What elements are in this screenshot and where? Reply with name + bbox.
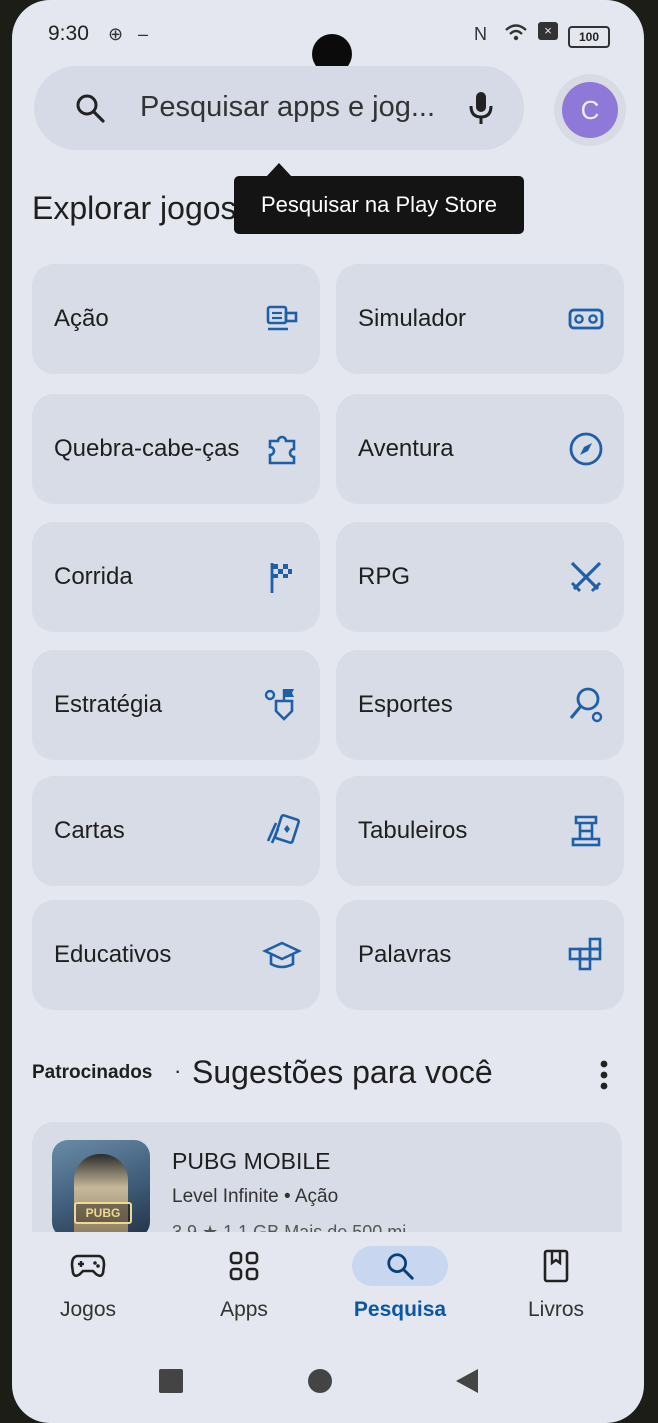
separator-dot: · [174, 1058, 182, 1083]
category-esportes[interactable]: Esportes [336, 650, 624, 760]
crossed-swords-icon [570, 561, 602, 593]
category-label: Cartas [54, 817, 125, 844]
nav-jogos[interactable]: Jogos [18, 1232, 158, 1332]
nfc-icon: N [474, 24, 487, 44]
cards-icon [266, 814, 301, 844]
chess-rook-icon [571, 815, 601, 847]
section-title: Explorar jogos [32, 190, 237, 226]
nav-livros[interactable]: Livros [486, 1232, 626, 1332]
nav-label: Pesquisa [353, 1298, 447, 1321]
account-avatar[interactable]: C [562, 82, 618, 138]
category-label: Palavras [358, 941, 452, 968]
nav-label: Jogos [59, 1298, 117, 1321]
category-label: Corrida [54, 563, 133, 590]
pubg-logo: PUBG [74, 1202, 132, 1224]
search-input[interactable]: Pesquisar apps e jog... [140, 91, 435, 124]
home-button[interactable] [307, 1368, 333, 1394]
nav-apps[interactable]: Apps [174, 1232, 314, 1332]
bottom-navigation: Jogos Apps Pesquisa Livros [12, 1232, 644, 1352]
character-figure [74, 1154, 128, 1238]
bookmark-book-icon [526, 1246, 586, 1286]
search-bar[interactable]: Pesquisar apps e jog... [34, 66, 524, 150]
system-navigation [12, 1356, 644, 1406]
joystick-arcade-icon [266, 305, 298, 331]
sim-icon: × [538, 22, 558, 40]
nav-pesquisa[interactable]: Pesquisa [330, 1232, 470, 1332]
category-label: Esportes [358, 691, 453, 718]
nav-label: Livros [527, 1298, 585, 1321]
suggestions-header: Patrocinados · Sugestões para você [32, 1052, 622, 1102]
nav-label: Apps [220, 1298, 268, 1321]
suggestions-title: Sugestões para você [192, 1054, 493, 1090]
phone-frame: 9:30 ⊕ – N × 100 Pesquisar apps e jog...… [0, 0, 658, 1423]
apps-grid-icon [214, 1246, 274, 1286]
category-palavras[interactable]: Palavras [336, 900, 624, 1010]
app-category: Ação [294, 1186, 339, 1207]
category-label: RPG [358, 563, 411, 590]
search-icon [352, 1246, 448, 1286]
racket-ball-icon [569, 687, 603, 723]
search-tooltip: Pesquisar na Play Store [234, 163, 524, 234]
app-name: PUBG MOBILE [172, 1148, 331, 1174]
screen: 9:30 ⊕ – N × 100 Pesquisar apps e jog...… [12, 0, 644, 1423]
category-aventura[interactable]: Aventura [336, 394, 624, 504]
back-button[interactable] [454, 1368, 480, 1394]
app-thumbnail: PUBG [52, 1140, 150, 1238]
category-tabuleiros[interactable]: Tabuleiros [336, 776, 624, 886]
more-options-icon[interactable] [598, 1058, 610, 1092]
category-educativos[interactable]: Educativos [32, 900, 320, 1010]
graduation-cap-icon [262, 941, 302, 969]
puzzle-icon [268, 435, 296, 465]
checkered-flag-icon [270, 563, 292, 593]
compass-icon [569, 432, 603, 466]
category-label: Estratégia [54, 691, 163, 718]
category-corrida[interactable]: Corrida [32, 522, 320, 632]
vr-headset-icon [568, 308, 604, 330]
category-simulador[interactable]: Simulador [336, 264, 624, 374]
status-bar: 9:30 ⊕ – N × 100 [12, 18, 644, 74]
vpn-icon: ⊕ [108, 24, 124, 44]
category-label: Educativos [54, 941, 172, 968]
category-label: Aventura [358, 435, 454, 462]
category-estrategia[interactable]: Estratégia [32, 650, 320, 760]
gamepad-icon [58, 1246, 118, 1286]
status-time: 9:30 [48, 22, 89, 45]
category-label: Ação [54, 305, 109, 332]
dash-icon: – [138, 24, 149, 44]
recents-button[interactable] [158, 1368, 184, 1394]
category-rpg[interactable]: RPG [336, 522, 624, 632]
wifi-icon [505, 24, 527, 41]
app-publisher: Level Infinite [172, 1186, 279, 1207]
meta-separator: • [283, 1186, 291, 1207]
category-quebra-cabecas[interactable]: Quebra-cabe-ças [32, 394, 320, 504]
sponsored-label: Patrocinados [32, 1062, 153, 1083]
battery-indicator: 100 [568, 26, 610, 48]
category-label: Tabuleiros [358, 817, 468, 844]
app-meta: Level Infinite • Ação [172, 1186, 338, 1208]
letter-tiles-icon [568, 937, 602, 971]
strategy-flag-icon [264, 689, 294, 721]
category-acao[interactable]: Ação [32, 264, 320, 374]
category-cartas[interactable]: Cartas [32, 776, 320, 886]
category-label: Simulador [358, 305, 467, 332]
search-icon [76, 94, 105, 123]
microphone-icon[interactable] [466, 90, 496, 126]
category-label: Quebra-cabe-ças [54, 435, 240, 462]
